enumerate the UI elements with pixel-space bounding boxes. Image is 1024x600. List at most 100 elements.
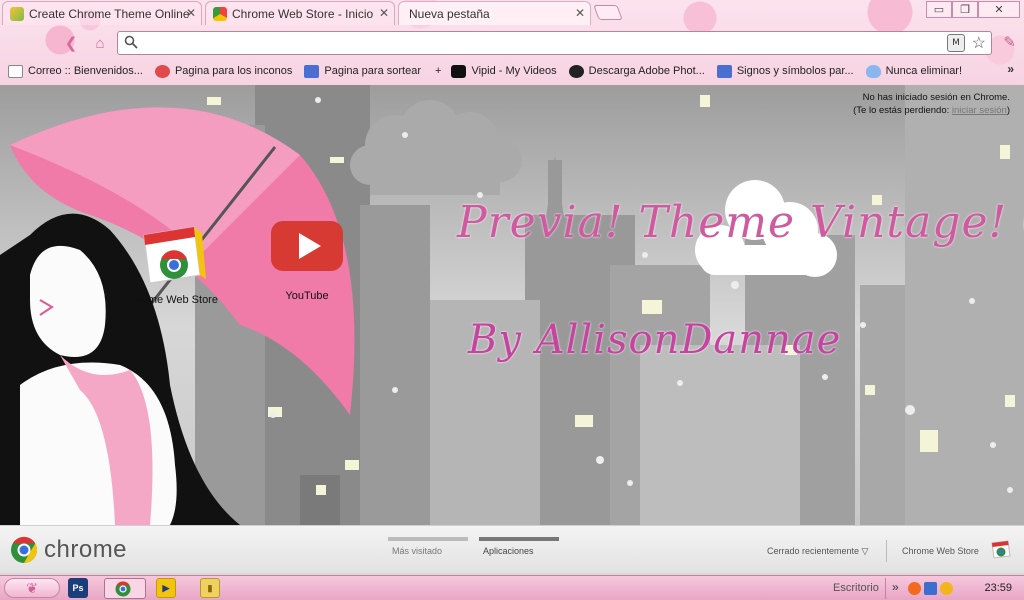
plus-icon: +: [435, 65, 442, 77]
minimize-button[interactable]: ▭: [926, 1, 952, 18]
youtube-icon: [271, 221, 343, 271]
home-button[interactable]: ⌂: [89, 32, 111, 54]
section-indicator: [388, 537, 468, 541]
signin-link[interactable]: iniciar sesión: [952, 105, 1007, 116]
app-youtube[interactable]: YouTube: [252, 217, 362, 302]
cube-icon: [716, 64, 732, 78]
bookmark-add[interactable]: +: [435, 65, 441, 77]
tab-label: Chrome Web Store - Inicio: [232, 6, 374, 21]
clock[interactable]: 23:59: [984, 582, 1012, 594]
close-icon: ✕: [994, 4, 1004, 16]
ci-icon: [154, 64, 170, 78]
restore-button[interactable]: ❐: [952, 1, 978, 18]
bookmark-item[interactable]: Descarga Adobe Phot...: [568, 64, 705, 78]
alert-icon[interactable]: [908, 582, 921, 595]
vipid-icon: [451, 64, 467, 78]
back-arrow-icon: ❮: [64, 35, 78, 52]
restore-icon: ❐: [960, 4, 970, 16]
desktop-toolbar-label[interactable]: Escritorio: [833, 582, 879, 594]
folder-icon: ▮: [207, 582, 213, 593]
tab-label: Nueva pestaña: [409, 6, 490, 21]
chrome-web-store-icon[interactable]: [990, 538, 1012, 560]
more-bookmarks-icon[interactable]: »: [1007, 62, 1014, 76]
tab-new-tab[interactable]: Nueva pestaña ✕: [398, 1, 591, 25]
network-icon[interactable]: [924, 582, 937, 595]
expand-tray-icon[interactable]: »: [892, 580, 899, 594]
app-label: Chrome Web Store: [124, 294, 218, 306]
tab-label: Create Chrome Theme Online: [29, 6, 190, 21]
address-input[interactable]: [142, 35, 932, 51]
web-store-link[interactable]: Chrome Web Store: [902, 546, 979, 556]
search-icon: [124, 35, 138, 49]
omnibox[interactable]: M ☆: [117, 31, 992, 55]
signin-promo: No has iniciado sesión en Chrome. (Te lo…: [853, 91, 1010, 117]
section-indicator: [479, 537, 559, 541]
tab-strip: Create Chrome Theme Online ✕ Chrome Web …: [0, 0, 1024, 26]
chrome-web-store-icon: [213, 7, 227, 21]
chrome-logo-icon: [11, 536, 38, 564]
theme-preview-title: Previa! Theme Vintage! Girls: [457, 197, 1024, 248]
bookmark-item[interactable]: Pagina para los inconos: [154, 64, 293, 78]
play-icon: ▶: [162, 582, 170, 593]
folder-taskbar-button[interactable]: ▮: [200, 578, 220, 598]
mail-icon: [8, 64, 23, 78]
chrome-logo: chrome: [10, 536, 127, 564]
close-icon[interactable]: ✕: [186, 6, 196, 20]
tab-create-chrome-theme[interactable]: Create Chrome Theme Online ✕: [2, 1, 202, 25]
bookmark-star-icon[interactable]: ☆: [972, 33, 986, 53]
heart-icon: [865, 64, 881, 78]
back-button[interactable]: ❮: [60, 32, 82, 54]
app-label: YouTube: [285, 290, 329, 302]
bookmark-item[interactable]: Nunca eliminar!: [865, 64, 963, 78]
bookmark-label: Descarga Adobe Phot...: [588, 65, 705, 77]
ntp-footer: chrome Más visitado Aplicaciones Cerrado…: [0, 525, 1024, 573]
bookmark-label: Pagina para los inconos: [174, 65, 293, 77]
system-tray: » 23:59: [885, 578, 1024, 599]
signin-line-2: (Te lo estás perdiendo: iniciar sesión): [853, 105, 1010, 116]
windows-taskbar: ❦ Ps ▶ ▮ Escritorio » 23:59: [0, 575, 1024, 600]
recently-closed-menu[interactable]: Cerrado recientemente ▽: [767, 546, 868, 557]
signin-line: No has iniciado sesión en Chrome.: [862, 92, 1010, 103]
wings-icon: ❦: [26, 579, 38, 596]
bookmark-label: Pagina para sortear: [324, 65, 421, 77]
photoshop-icon: Ps: [72, 583, 84, 593]
new-tab-page: No has iniciado sesión en Chrome. (Te lo…: [0, 85, 1024, 525]
close-window-button[interactable]: ✕: [978, 1, 1020, 18]
browser-frame: Create Chrome Theme Online ✕ Chrome Web …: [0, 0, 1024, 85]
start-button[interactable]: ❦: [4, 578, 60, 598]
app-chrome-web-store[interactable]: Chrome Web Store: [116, 217, 226, 306]
bookmark-label: Vipid - My Videos: [471, 65, 557, 77]
divider: [886, 540, 887, 562]
bookmark-label: Nunca eliminar!: [885, 65, 963, 77]
home-icon: ⌂: [95, 34, 105, 52]
chrome-wordmark: chrome: [44, 536, 128, 563]
chrome-icon: [115, 581, 131, 597]
close-icon[interactable]: ✕: [379, 6, 389, 20]
bookmark-item[interactable]: Correo :: Bienvenidos...: [8, 64, 143, 78]
section-label: Más visitado: [392, 546, 443, 556]
minimize-icon: ▭: [933, 4, 945, 16]
theme-creator-icon: [10, 7, 24, 21]
bookmark-item[interactable]: Signos y símbolos par...: [716, 64, 854, 78]
close-icon[interactable]: ✕: [575, 6, 585, 20]
bookmarks-bar: Correo :: Bienvenidos... Pagina para los…: [0, 60, 1024, 82]
tab-chrome-web-store[interactable]: Chrome Web Store - Inicio ✕: [205, 1, 395, 25]
theme-author-credit: By AllisonDannae: [468, 317, 842, 363]
bookmark-item[interactable]: Pagina para sortear: [304, 64, 421, 78]
toolbar: ❮ ⌂ M ☆ ✎: [0, 28, 1024, 58]
messenger-icon[interactable]: [940, 582, 953, 595]
new-tab-button[interactable]: [593, 5, 623, 20]
bookmark-label: Correo :: Bienvenidos...: [28, 65, 143, 77]
extension-icon[interactable]: M: [947, 34, 965, 52]
bookmark-item[interactable]: Vipid - My Videos: [451, 64, 557, 78]
cat-icon: [568, 64, 584, 78]
tab-apps[interactable]: Aplicaciones: [479, 537, 559, 556]
bookmark-label: Signos y símbolos par...: [736, 65, 854, 77]
tab-most-visited[interactable]: Más visitado: [388, 537, 468, 556]
chrome-web-store-icon: [143, 226, 206, 284]
media-player-taskbar-button[interactable]: ▶: [156, 578, 176, 598]
section-label: Aplicaciones: [483, 546, 534, 556]
sorter-icon: [304, 64, 320, 78]
photoshop-taskbar-button[interactable]: Ps: [68, 578, 88, 598]
wrench-menu-icon[interactable]: ✎: [1003, 33, 1016, 51]
